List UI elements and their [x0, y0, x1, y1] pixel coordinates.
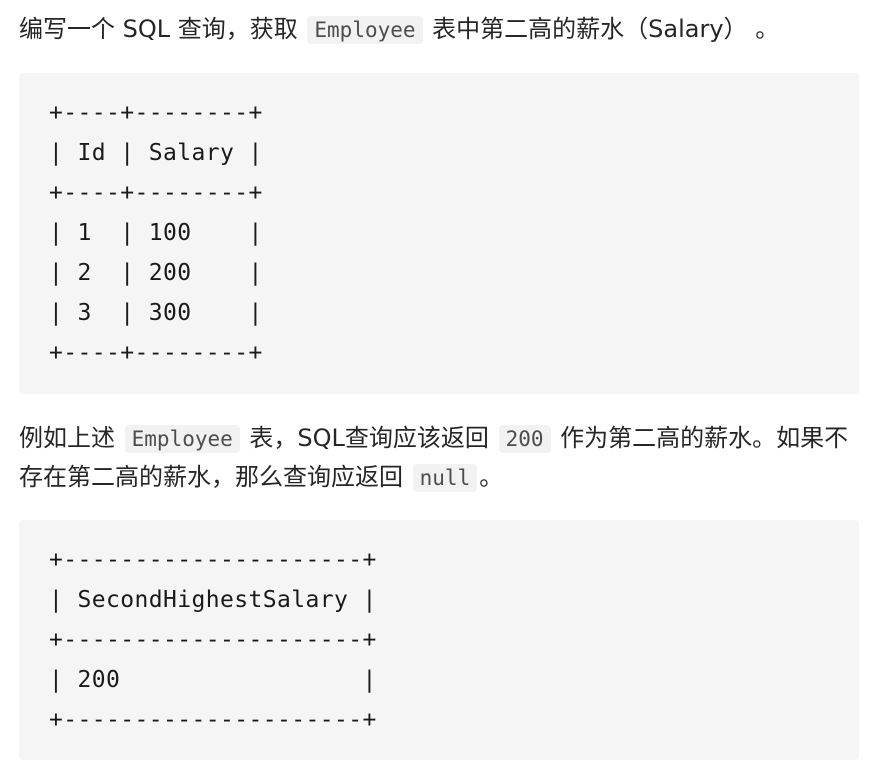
table-line: | Id | Salary |: [49, 140, 263, 166]
inline-code-employee: Employee: [124, 425, 240, 453]
table-line: +----+--------+: [49, 100, 263, 126]
inline-code-employee: Employee: [307, 16, 423, 44]
table-line: +----+--------+: [49, 340, 263, 366]
result-table-example: +---------------------+ | SecondHighestSa…: [19, 520, 859, 760]
result-line: +---------------------+: [49, 627, 377, 653]
inline-code-null: null: [412, 464, 478, 492]
employee-table-example: +----+--------+ | Id | Salary | +----+----…: [19, 73, 859, 394]
explanation-part2: 表，SQL查询应该返回: [241, 424, 497, 452]
table-line: | 2 | 200 |: [49, 260, 263, 286]
result-line: | SecondHighestSalary |: [49, 587, 377, 613]
result-line: | 200 |: [49, 667, 377, 693]
intro-text-before: 编写一个 SQL 查询，获取: [19, 15, 306, 43]
result-line: +---------------------+: [49, 547, 377, 573]
explanation-paragraph: 例如上述 Employee 表，SQL查询应该返回 200 作为第二高的薪水。如…: [19, 419, 859, 497]
explanation-part4: 。: [479, 463, 504, 491]
table-line: | 1 | 100 |: [49, 220, 263, 246]
table-line: | 3 | 300 |: [49, 300, 263, 326]
result-line: +---------------------+: [49, 707, 377, 733]
intro-paragraph: 编写一个 SQL 查询，获取 Employee 表中第二高的薪水（Salary）…: [19, 10, 859, 49]
table-line: +----+--------+: [49, 180, 263, 206]
intro-text-after: 表中第二高的薪水（Salary） 。: [424, 15, 780, 43]
explanation-part1: 例如上述: [19, 424, 123, 452]
inline-code-200: 200: [498, 425, 551, 453]
